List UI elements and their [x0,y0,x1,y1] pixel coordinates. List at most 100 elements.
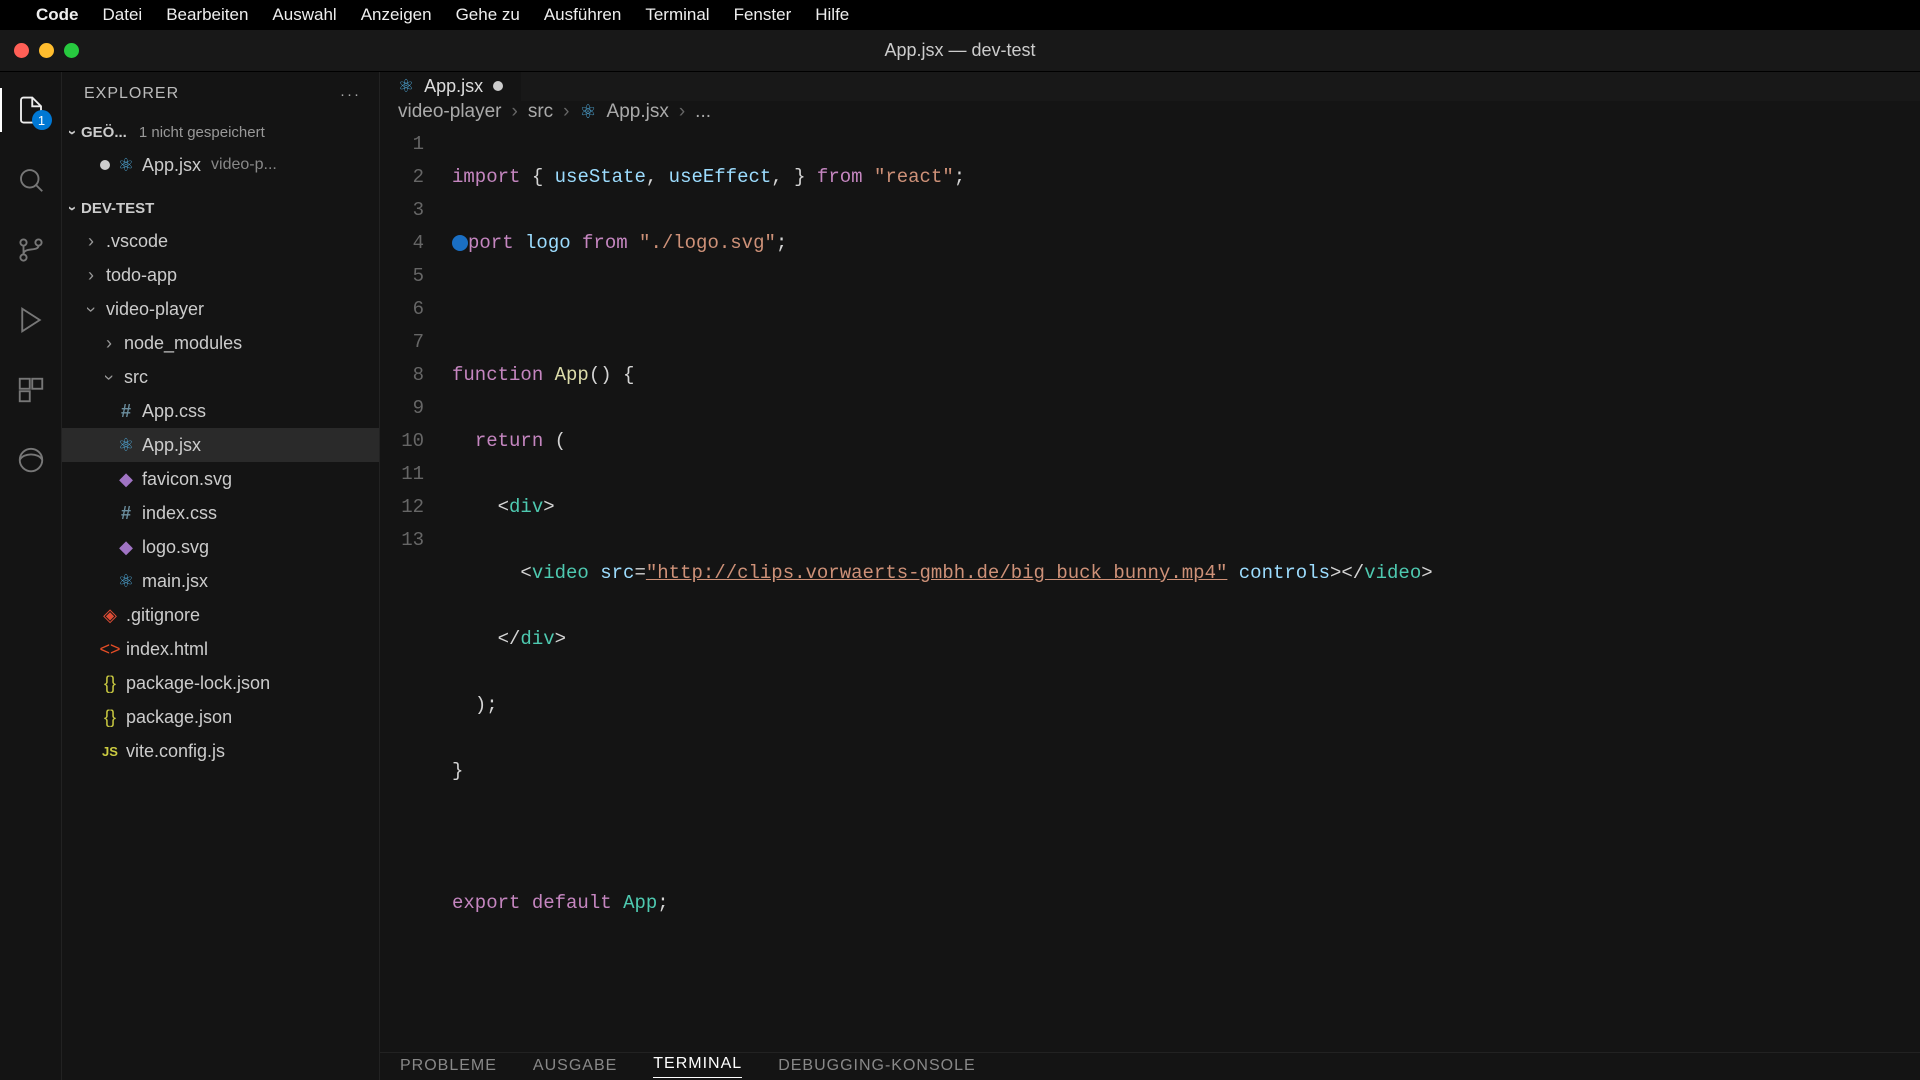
menu-gehezu[interactable]: Gehe zu [456,5,520,25]
tree-file[interactable]: #App.css [62,394,379,428]
tree-file[interactable]: <>index.html [62,632,379,666]
menu-datei[interactable]: Datei [103,5,143,25]
sidebar-more-icon[interactable]: ··· [340,86,361,103]
panel-tabs: PROBLEME AUSGABE TERMINAL DEBUGGING-KONS… [380,1052,1920,1080]
svg-file-icon: ◆ [116,469,136,490]
panel-tab-probleme[interactable]: PROBLEME [400,1057,497,1075]
menubar-app-name[interactable]: Code [36,5,79,25]
breadcrumb-segment[interactable]: video-player [398,101,502,123]
macos-menubar: Code Datei Bearbeiten Auswahl Anzeigen G… [0,0,1920,30]
menu-ausfuehren[interactable]: Ausführen [544,5,622,25]
panel-tab-debug-konsole[interactable]: DEBUGGING-KONSOLE [778,1057,975,1075]
line-number: 12 [380,491,424,524]
open-editor-filename: App.jsx [142,155,201,176]
open-editor-path: video-p... [211,156,277,174]
code-editor[interactable]: 1 2 3 4 5 6 7 8 9 10 11 12 13 import { u… [380,124,1920,1052]
tab-label: App.jsx [424,76,483,97]
line-number: 7 [380,326,424,359]
code-content[interactable]: import { useState, useEffect, } from "re… [452,124,1920,1052]
chevron-right-icon: › [679,101,685,123]
chevron-right-icon: › [563,101,569,123]
chevron-right-icon: › [82,231,100,252]
token-tag: video [532,562,589,584]
tree-item-label: App.jsx [142,435,201,456]
tree-file[interactable]: ◆logo.svg [62,530,379,564]
token-attr: src [600,562,634,584]
tree-folder[interactable]: ›node_modules [62,326,379,360]
open-editors-label: GEÖ... [81,124,127,141]
workbench: 1 EXPLORER ··· › GEÖ... 1 nicht gespeich… [0,72,1920,1080]
tree-file[interactable]: ⚛App.jsx [62,428,379,462]
tree-file[interactable]: ⚛main.jsx [62,564,379,598]
chevron-down-icon: › [100,367,118,388]
line-number: 2 [380,161,424,194]
activity-run-debug[interactable] [0,294,62,346]
css-file-icon: # [116,401,136,422]
breadcrumbs[interactable]: video-player › src › ⚛ App.jsx › ... [380,101,1920,124]
tree-folder[interactable]: ›src [62,360,379,394]
breadcrumb-segment[interactable]: ... [695,101,711,123]
extensions-icon [16,375,46,405]
tree-file[interactable]: {}package-lock.json [62,666,379,700]
breadcrumb-segment[interactable]: App.jsx [607,101,669,123]
menu-hilfe[interactable]: Hilfe [815,5,849,25]
chevron-down-icon: › [70,200,75,217]
menu-bearbeiten[interactable]: Bearbeiten [166,5,248,25]
line-number: 10 [380,425,424,458]
token-keyword: function [452,364,543,386]
activity-edge[interactable] [0,434,62,486]
tree-file[interactable]: {}package.json [62,700,379,734]
tree-item-label: index.css [142,503,217,524]
svg-file-icon: ◆ [116,537,136,558]
sidebar-header: EXPLORER ··· [62,72,379,116]
tree-file[interactable]: #index.css [62,496,379,530]
tree-file[interactable]: ◆ favicon.svg [62,462,379,496]
window-minimize-button[interactable] [39,43,54,58]
editor-area: ⚛ App.jsx video-player › src › ⚛ App.jsx… [380,72,1920,1080]
chevron-right-icon: › [82,265,100,286]
dirty-dot-icon [493,81,503,91]
json-file-icon: {} [100,707,120,728]
window-maximize-button[interactable] [64,43,79,58]
open-editors-header[interactable]: › GEÖ... 1 nicht gespeichert [62,116,379,148]
tree-item-label: favicon.svg [142,469,232,490]
token-tag: video [1364,562,1421,584]
activity-explorer[interactable]: 1 [0,84,62,136]
editor-tab[interactable]: ⚛ App.jsx [380,72,521,101]
window-close-button[interactable] [14,43,29,58]
activity-source-control[interactable] [0,224,62,276]
token-tag: div [509,496,543,518]
workspace-header[interactable]: › DEV-TEST [62,192,379,224]
token-string: "./logo.svg" [639,232,776,254]
explorer-sidebar: EXPLORER ··· › GEÖ... 1 nicht gespeicher… [62,72,380,1080]
activity-search[interactable] [0,154,62,206]
token-type: App [623,892,657,914]
menu-auswahl[interactable]: Auswahl [272,5,336,25]
tree-folder[interactable]: ›todo-app [62,258,379,292]
line-number: 11 [380,458,424,491]
tree-file[interactable]: JSvite.config.js [62,734,379,768]
breadcrumb-segment[interactable]: src [528,101,553,123]
lightbulb-icon[interactable] [452,235,468,251]
menu-fenster[interactable]: Fenster [734,5,792,25]
react-file-icon: ⚛ [398,76,414,97]
unsaved-count: 1 nicht gespeichert [139,124,265,141]
react-file-icon: ⚛ [579,101,596,124]
token-keyword: from [817,166,863,188]
line-number: 8 [380,359,424,392]
tree-item-label: .vscode [106,231,168,252]
git-file-icon: ◈ [100,605,120,626]
sidebar-title: EXPLORER [84,85,179,103]
panel-tab-ausgabe[interactable]: AUSGABE [533,1057,617,1075]
tree-folder[interactable]: ›video-player [62,292,379,326]
line-number: 5 [380,260,424,293]
activity-extensions[interactable] [0,364,62,416]
tree-folder[interactable]: › .vscode [62,224,379,258]
react-file-icon: ⚛ [116,155,136,176]
menu-terminal[interactable]: Terminal [645,5,709,25]
chevron-right-icon: › [512,101,518,123]
menu-anzeigen[interactable]: Anzeigen [361,5,432,25]
panel-tab-terminal[interactable]: TERMINAL [653,1055,742,1078]
tree-file[interactable]: ◈.gitignore [62,598,379,632]
open-editor-item[interactable]: ⚛ App.jsx video-p... [62,148,379,182]
